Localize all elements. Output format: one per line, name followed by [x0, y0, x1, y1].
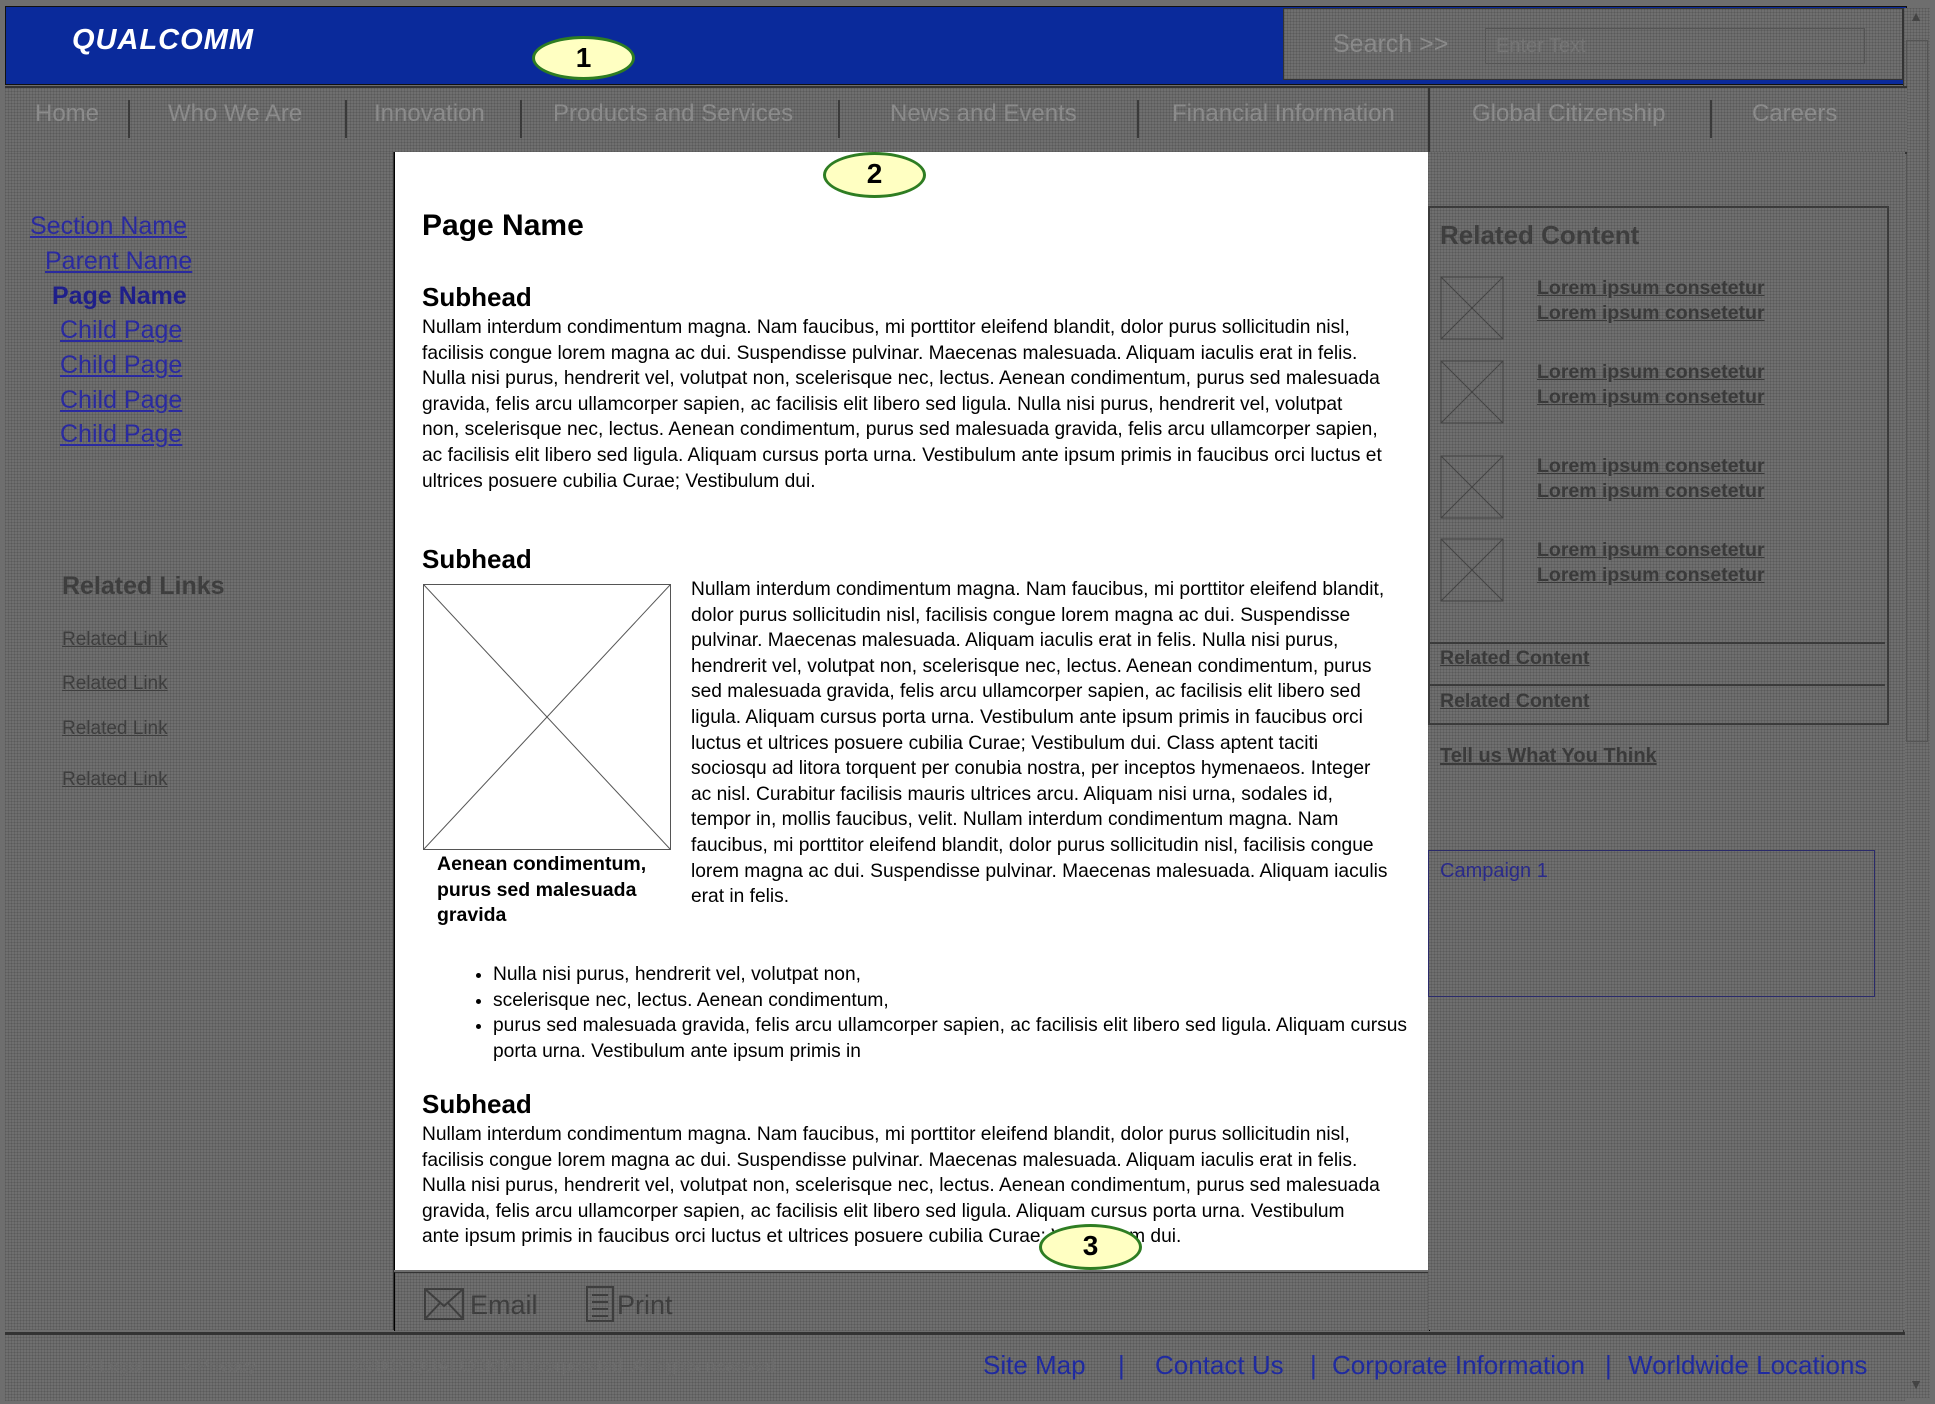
panel-divider	[1428, 642, 1885, 644]
body-paragraph: Nullam interdum condimentum magna. Nam f…	[422, 1124, 1380, 1248]
related-link[interactable]: Related Link	[62, 673, 168, 695]
print-link[interactable]: Print	[617, 1290, 673, 1321]
nav-innovation[interactable]: Innovation	[374, 100, 485, 128]
nav-products-and-services[interactable]: Products and Services	[553, 100, 793, 128]
nav-news-and-events[interactable]: News and Events	[890, 100, 1077, 128]
related-content-bar[interactable]: Related Content	[1440, 690, 1590, 713]
footer-corporate-info-link[interactable]: Corporate Information	[1332, 1350, 1585, 1381]
footer-divider: |	[1310, 1350, 1317, 1380]
search-input[interactable]	[1485, 28, 1865, 64]
campaign-label: Campaign 1	[1440, 860, 1548, 882]
related-link[interactable]: Related Link	[62, 629, 168, 651]
related-content-link[interactable]: Lorem ipsum consetetur	[1537, 454, 1765, 479]
thumbnail-placeholder-icon	[1440, 276, 1504, 340]
nav-divider	[128, 100, 130, 138]
annotation-callout-1: 1	[532, 36, 635, 80]
print-icon[interactable]	[585, 1285, 615, 1328]
image-placeholder-icon	[423, 584, 671, 850]
breadcrumb-parent[interactable]: Parent Name	[45, 247, 192, 276]
main-content: Page Name Subhead Nullam interdum condim…	[394, 152, 1430, 1270]
related-content-bar[interactable]: Related Content	[1440, 647, 1590, 670]
related-content-link[interactable]: Lorem ipsum consetetur	[1537, 301, 1765, 326]
nav-global-citizenship[interactable]: Global Citizenship	[1472, 100, 1665, 128]
page-title: Page Name	[422, 209, 584, 242]
footer-divider: |	[1605, 1350, 1612, 1380]
nav-financial-information[interactable]: Financial Information	[1172, 100, 1395, 128]
list-item: Nulla nisi purus, hendrerit vel, volutpa…	[493, 962, 1429, 988]
annotation-callout-2: 2	[823, 152, 926, 198]
list-item: purus sed malesuada gravida, felis arcu …	[493, 1013, 1429, 1064]
nav-divider	[1710, 100, 1712, 138]
thumbnail-placeholder-icon	[1440, 455, 1504, 519]
breadcrumb-child[interactable]: Child Page	[60, 351, 182, 380]
site-footer	[5, 1332, 1905, 1401]
nav-divider	[520, 100, 522, 138]
image-placeholder	[423, 584, 671, 850]
footer-site-map-link[interactable]: Site Map	[983, 1350, 1086, 1381]
related-content-link[interactable]: Lorem ipsum consetetur	[1537, 563, 1765, 588]
scroll-down-icon[interactable]: ▼	[1905, 1376, 1927, 1398]
breadcrumb-child[interactable]: Child Page	[60, 386, 182, 415]
bullet-list: Nulla nisi purus, hendrerit vel, volutpa…	[449, 962, 1429, 1064]
annotation-callout-3: 3	[1039, 1224, 1142, 1270]
related-content-link[interactable]: Lorem ipsum consetetur	[1537, 479, 1765, 504]
qualcomm-logo[interactable]: QUALCOMM	[72, 24, 254, 57]
related-content-link[interactable]: Lorem ipsum consetetur	[1537, 385, 1765, 410]
footer-locations-link[interactable]: Worldwide Locations	[1628, 1350, 1867, 1381]
nav-divider	[345, 100, 347, 138]
panel-divider	[1428, 684, 1885, 686]
footer-divider: |	[1118, 1350, 1125, 1380]
subhead: Subhead	[422, 1089, 532, 1119]
body-paragraph: Nullam interdum condimentum magna. Nam f…	[422, 317, 1382, 492]
search-label: Search >>	[1333, 30, 1449, 58]
related-link[interactable]: Related Link	[62, 718, 168, 740]
footer-copyright: ©2007 QUALCOMM Incorporated. All rights …	[352, 1356, 781, 1376]
footer-privacy-link[interactable]: » Privacy	[182, 1356, 256, 1377]
nav-who-we-are[interactable]: Who We Are	[168, 100, 302, 128]
nav-careers[interactable]: Careers	[1752, 100, 1837, 128]
thumbnail-placeholder-icon	[1440, 360, 1504, 424]
breadcrumb-child[interactable]: Child Page	[60, 420, 182, 449]
thumbnail-placeholder-icon	[1440, 538, 1504, 602]
related-link[interactable]: Related Link	[62, 769, 168, 791]
related-links-heading: Related Links	[62, 572, 225, 600]
list-item: scelerisque nec, lectus. Aenean condimen…	[493, 988, 1429, 1014]
related-content-link[interactable]: Lorem ipsum consetetur	[1537, 276, 1765, 301]
subhead: Subhead	[422, 544, 532, 574]
feedback-link[interactable]: Tell us What You Think	[1440, 745, 1657, 768]
image-caption: Aenean condimentum, purus sed malesuada …	[437, 853, 647, 927]
scroll-up-icon[interactable]: ▲	[1905, 8, 1927, 30]
breadcrumb-current: Page Name	[52, 282, 187, 310]
footer-contact-link[interactable]: Contact Us	[1155, 1350, 1284, 1381]
breadcrumb-section[interactable]: Section Name	[30, 212, 187, 241]
email-icon[interactable]	[424, 1288, 464, 1325]
related-content-link[interactable]: Lorem ipsum consetetur	[1537, 538, 1765, 563]
nav-home[interactable]: Home	[35, 100, 99, 128]
related-content-heading: Related Content	[1440, 220, 1640, 250]
related-content-link[interactable]: Lorem ipsum consetetur	[1537, 360, 1765, 385]
page-actions-bar	[394, 1272, 1430, 1331]
body-paragraph: Nullam interdum condimentum magna. Nam f…	[691, 579, 1388, 908]
email-link[interactable]: Email	[470, 1290, 538, 1321]
subhead: Subhead	[422, 282, 532, 312]
footer-legal-link[interactable]: » Legal	[84, 1356, 143, 1377]
scrollbar-thumb[interactable]	[1906, 40, 1928, 742]
breadcrumb-child[interactable]: Child Page	[60, 316, 182, 345]
nav-divider	[838, 100, 840, 138]
nav-divider	[1137, 100, 1139, 138]
